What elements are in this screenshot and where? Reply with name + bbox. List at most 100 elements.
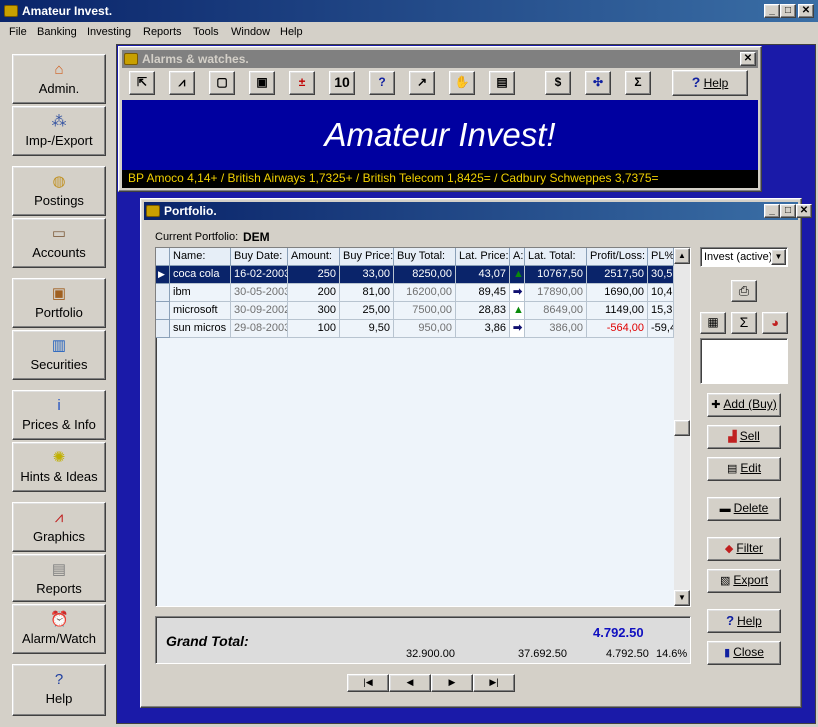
row-indicator[interactable]: [156, 302, 170, 320]
cascade-icon[interactable]: ▣: [249, 71, 275, 95]
cell-buy-price: 33,00: [340, 266, 394, 284]
delete-button[interactable]: ▬ Delete: [707, 497, 781, 521]
cell-buy-price: 81,00: [340, 284, 394, 302]
nav-admin[interactable]: ⌂ Admin.: [12, 54, 106, 104]
portfolio-minimize-button[interactable]: _: [764, 204, 780, 218]
ten-button[interactable]: 10: [329, 71, 355, 95]
nav-securities[interactable]: ▥ Securities: [12, 330, 106, 380]
nav-graphics[interactable]: ⩘ Graphics: [12, 502, 106, 552]
column-header[interactable]: Buy Date:: [231, 248, 288, 266]
sigma-icon[interactable]: Σ: [625, 71, 651, 95]
menu-file[interactable]: File: [9, 26, 27, 38]
menu-help[interactable]: Help: [280, 26, 303, 38]
menu-window[interactable]: Window: [231, 26, 270, 38]
add-buy-button[interactable]: ✚ Add (Buy): [707, 393, 781, 417]
portfolio-maximize-button[interactable]: □: [780, 204, 796, 218]
nav-imp-export[interactable]: ⁂ Imp-/Export: [12, 106, 106, 156]
plus-minus-icon[interactable]: ±: [289, 71, 315, 95]
delete-label: Delete: [733, 501, 769, 515]
column-header[interactable]: A:: [510, 248, 525, 266]
window-icon[interactable]: ▢: [209, 71, 235, 95]
lightbulb-icon: ✺: [52, 449, 66, 466]
menu-tools[interactable]: Tools: [193, 26, 219, 38]
next-record-button[interactable]: ▶: [431, 674, 473, 692]
trend-up-icon: ▲: [510, 302, 525, 320]
row-indicator[interactable]: ▶: [156, 266, 170, 284]
nav-help[interactable]: ? Help: [12, 664, 106, 716]
line-chart-icon[interactable]: ⩘: [169, 71, 195, 95]
dollar-icon[interactable]: $: [545, 71, 571, 95]
row-indicator[interactable]: [156, 284, 170, 302]
sell-button[interactable]: ▟ Sell: [707, 425, 781, 449]
close-portfolio-button[interactable]: ▮ Close: [707, 641, 781, 665]
cell-pl: 30,5: [648, 266, 674, 284]
minimize-button[interactable]: _: [764, 4, 780, 18]
cell-buy-total: 16200,00: [394, 284, 456, 302]
plus-icon: ✚: [711, 399, 721, 411]
card-icon: ▭: [51, 225, 67, 242]
row-indicator[interactable]: [156, 320, 170, 338]
hand-icon[interactable]: ✋: [449, 71, 475, 95]
alarms-help-button[interactable]: ? Help: [672, 70, 748, 96]
nav-postings[interactable]: ◍ Postings: [12, 166, 106, 216]
column-header[interactable]: Buy Price:: [340, 248, 394, 266]
scroll-thumb[interactable]: [674, 420, 690, 436]
cell-lat-total: 386,00: [525, 320, 587, 338]
door-icon: ▮: [724, 647, 731, 659]
edit-label: Edit: [740, 461, 762, 475]
cell-buy-date: 16-02-2003: [231, 266, 288, 284]
nav-accounts[interactable]: ▭ Accounts: [12, 218, 106, 268]
column-header[interactable]: Name:: [170, 248, 231, 266]
menu-reports[interactable]: Reports: [143, 26, 182, 38]
chevron-down-icon[interactable]: ▼: [771, 249, 786, 265]
scroll-up-button[interactable]: ▲: [674, 248, 690, 264]
calculator-icon[interactable]: ▦: [700, 312, 726, 334]
column-header[interactable]: Amount:: [288, 248, 340, 266]
calendar-icon[interactable]: ▤: [489, 71, 515, 95]
column-header[interactable]: Buy Total:: [394, 248, 456, 266]
trend-icon[interactable]: ↗: [409, 71, 435, 95]
filter-button[interactable]: ◆ Filter: [707, 537, 781, 561]
column-header[interactable]: PL%: [648, 248, 674, 266]
alarms-close-button[interactable]: ✕: [740, 52, 756, 66]
close-button[interactable]: ✕: [798, 4, 814, 18]
pie-chart-icon[interactable]: ◕: [762, 312, 788, 334]
sigma-icon[interactable]: Σ: [731, 312, 757, 334]
portfolio-close-button[interactable]: ✕: [796, 204, 812, 218]
portfolio-help-button[interactable]: ? Help: [707, 609, 781, 633]
nav-prices-info[interactable]: i Prices & Info: [12, 390, 106, 440]
cell-profit: 1690,00: [587, 284, 648, 302]
cell-lat-price: 89,45: [456, 284, 510, 302]
portfolio-type-select[interactable]: Invest (active) ▼: [700, 247, 788, 267]
nav-reports[interactable]: ▤ Reports: [12, 554, 106, 602]
nav-label: Graphics: [32, 529, 86, 544]
nav-alarm-watch[interactable]: ⏰ Alarm/Watch: [12, 604, 106, 654]
export-button[interactable]: ▧ Export: [707, 569, 781, 593]
grid-scrollbar[interactable]: ▲ ▼: [674, 248, 690, 606]
arrows-icon[interactable]: ✣: [585, 71, 611, 95]
alarms-title: Alarms & watches.: [142, 52, 249, 66]
column-header[interactable]: Lat. Total:: [525, 248, 587, 266]
edit-button[interactable]: ▤ Edit: [707, 457, 781, 481]
column-header[interactable]: Lat. Price:: [456, 248, 510, 266]
prev-record-button[interactable]: ◀: [389, 674, 431, 692]
last-record-button[interactable]: ▶|: [473, 674, 515, 692]
trend-up-icon: ▲: [510, 266, 525, 284]
menu-investing[interactable]: Investing: [87, 26, 131, 38]
column-header[interactable]: Profit/Loss:: [587, 248, 648, 266]
nav-hints-ideas[interactable]: ✺ Hints & Ideas: [12, 442, 106, 492]
stock-ticker: BP Amoco 4,14+ / British Airways 1,7325+…: [122, 170, 758, 188]
cell-name: coca cola: [170, 266, 231, 284]
nav-portfolio[interactable]: ▣ Portfolio: [12, 278, 106, 328]
grand-total-profit: 4.792.50: [606, 648, 649, 660]
first-record-button[interactable]: |◀: [347, 674, 389, 692]
question-icon: ?: [691, 74, 701, 90]
print-icon[interactable]: ⎙: [731, 280, 757, 302]
coins-icon: ◍: [52, 173, 66, 190]
scroll-down-button[interactable]: ▼: [674, 590, 690, 606]
maximize-button[interactable]: □: [780, 4, 796, 18]
menu-banking[interactable]: Banking: [37, 26, 77, 38]
open-chart-icon[interactable]: ⇱: [129, 71, 155, 95]
menu-bar: File Banking Investing Reports Tools Win…: [0, 22, 818, 42]
query-icon[interactable]: ?: [369, 71, 395, 95]
